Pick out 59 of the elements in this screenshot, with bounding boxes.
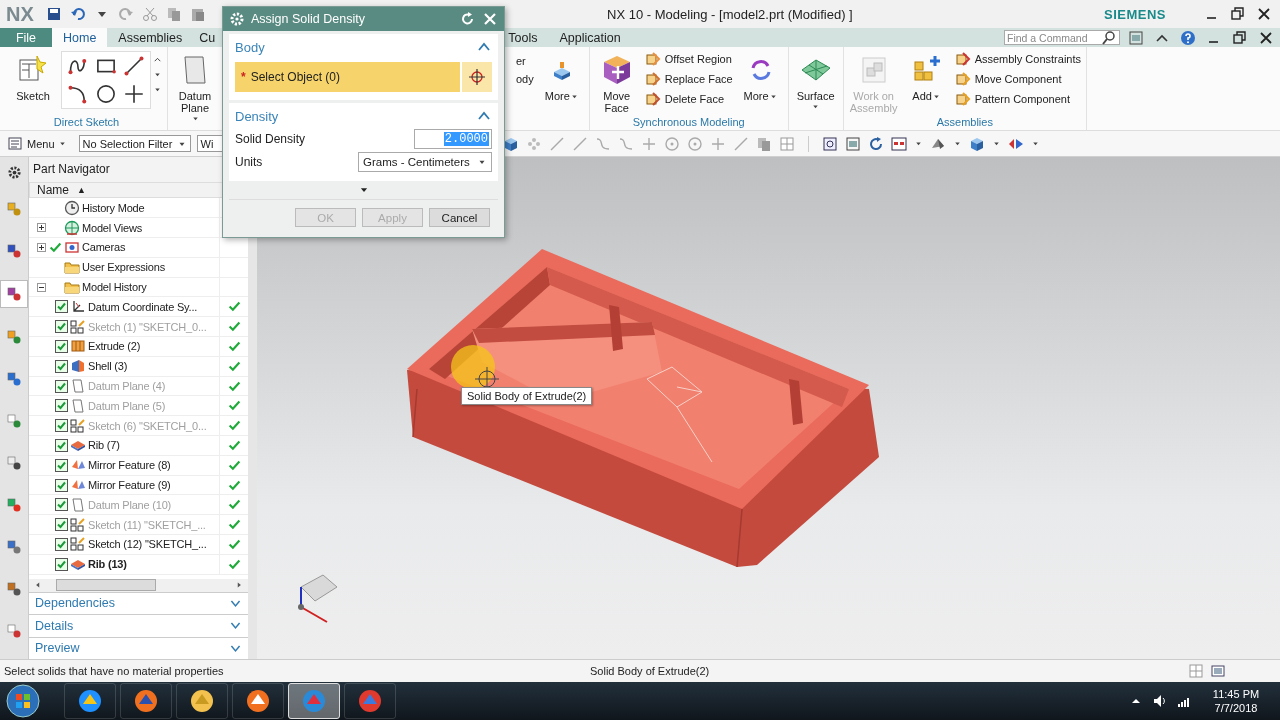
find-command-field[interactable]: Find a Command <box>1004 30 1120 45</box>
panel-header[interactable]: Details <box>29 614 248 637</box>
field-label: Units <box>235 154 263 169</box>
menu-button[interactable]: Menu <box>8 135 67 152</box>
panel-header[interactable]: Dependencies <box>29 591 248 614</box>
app-logo: NX <box>6 2 34 26</box>
ribbon-tab[interactable]: Home <box>52 28 108 47</box>
dialog-button[interactable]: Cancel <box>429 208 490 227</box>
ribbon-button[interactable]: Pattern Component <box>954 91 1081 107</box>
tree-item[interactable]: Sketch (12) "SKETCH_... <box>88 538 207 551</box>
scope-dropdown[interactable]: Wi <box>196 135 225 152</box>
ribbon-button[interactable]: Move Component <box>954 71 1081 87</box>
ribbon-button[interactable]: Move Face <box>594 51 639 114</box>
tree-item[interactable]: Shell (3) <box>88 360 128 373</box>
group-label: Direct Sketch <box>53 116 120 130</box>
clock-date: 7/7/2018 <box>1214 702 1258 714</box>
ribbon-button[interactable]: Replace Face <box>644 71 733 87</box>
ribbon-button[interactable]: More <box>738 51 783 102</box>
tree-item[interactable]: Rib (13) <box>88 558 127 571</box>
ribbon-label: er <box>516 55 527 67</box>
ribbon-button[interactable]: Offset Region <box>644 51 733 67</box>
dialog-title: Assign Solid Density <box>251 12 366 26</box>
group-label: Synchronous Modeling <box>632 116 745 130</box>
group-label: Assemblies <box>936 116 993 130</box>
selection-status: Solid Body of Extrude(2) <box>590 665 711 677</box>
ribbon-button[interactable]: Delete Face <box>644 91 733 107</box>
tree-item[interactable]: Mirror Feature (8) <box>88 459 171 472</box>
tree-item[interactable]: Mirror Feature (9) <box>88 479 171 492</box>
ribbon-tab[interactable]: Application <box>548 28 632 47</box>
ribbon-button[interactable]: Add <box>904 51 949 102</box>
section-title[interactable]: Body <box>235 39 265 55</box>
ribbon-tab[interactable]: Assemblies <box>107 28 194 47</box>
tooltip: Solid Body of Extrude(2) <box>461 387 593 405</box>
tree-item[interactable]: Model History <box>82 281 147 294</box>
ribbon-tab[interactable]: Tools <box>497 28 549 47</box>
tree-item[interactable]: Rib (7) <box>88 439 120 452</box>
window-title: NX 10 - Modeling - [model2.prt (Modified) ] <box>607 6 853 22</box>
tree-item[interactable]: Datum Coordinate Sy... <box>88 300 198 313</box>
status-prompt: Select solids that have no material properties <box>4 665 225 677</box>
section-title[interactable]: Density <box>235 108 279 124</box>
tree-item[interactable]: Model Views <box>82 221 142 234</box>
selection-filter-dropdown[interactable]: No Selection Filter <box>78 135 191 152</box>
ribbon-button[interactable]: Sketch <box>11 51 55 102</box>
field-label: Solid Density <box>235 131 306 146</box>
select-object-field[interactable]: * Select Object (0) <box>235 62 460 92</box>
tree-item[interactable]: History Mode <box>82 201 145 214</box>
brand-logo: SIEMENS <box>1104 6 1166 22</box>
ribbon-button[interactable]: More <box>539 51 584 102</box>
ribbon-tab[interactable]: Cu <box>193 28 218 47</box>
tree-item[interactable]: Cameras <box>82 241 126 254</box>
units-dropdown[interactable]: Grams - Centimeters <box>358 151 492 172</box>
ribbon-button[interactable]: Assembly Constraints <box>954 51 1081 67</box>
ribbon-tab[interactable]: File <box>0 28 52 47</box>
tree-item[interactable]: User Expressions <box>82 261 165 274</box>
ribbon-button[interactable]: Surface <box>793 51 838 111</box>
ribbon-button[interactable]: Datum Plane <box>173 51 217 123</box>
tree-item[interactable]: Extrude (2) <box>88 340 141 353</box>
ribbon-label: ody <box>516 73 534 85</box>
clock-time: 11:45 PM <box>1212 688 1260 700</box>
